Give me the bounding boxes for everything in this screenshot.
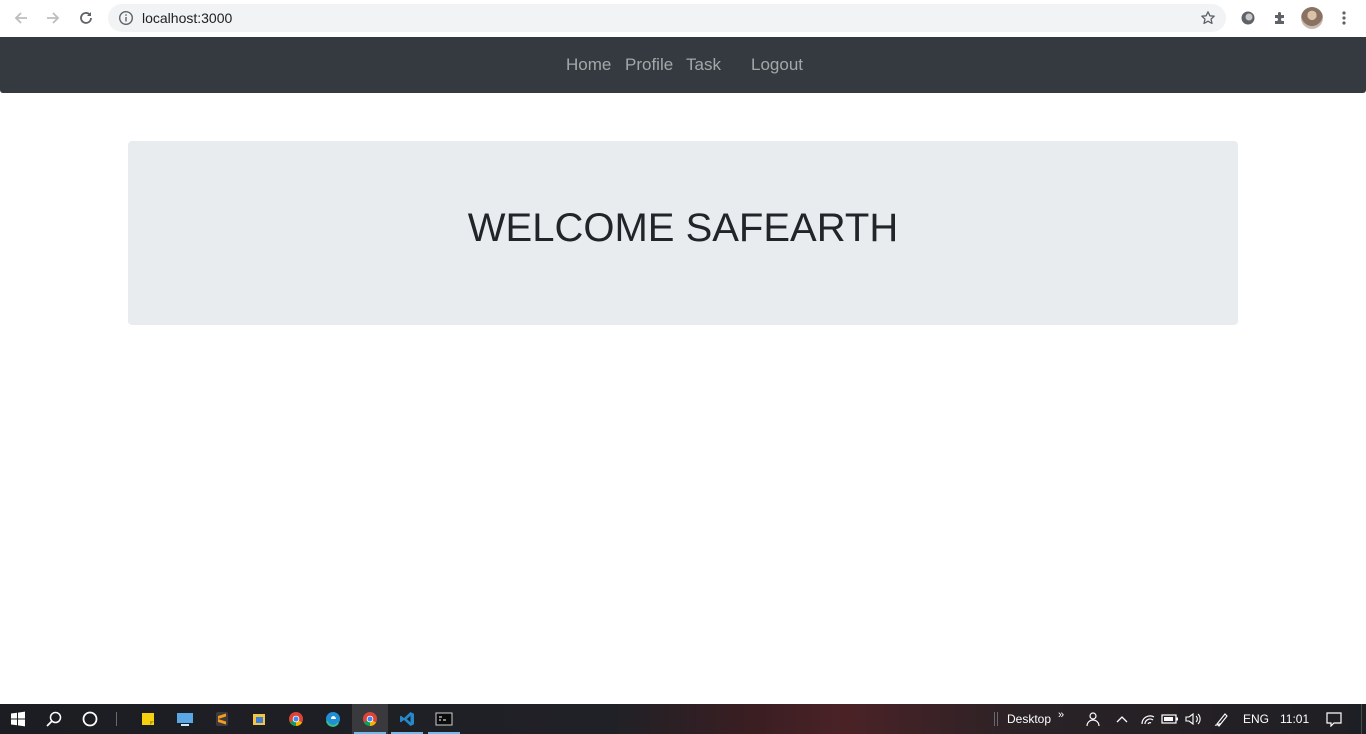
sticky-notes-icon[interactable]	[130, 704, 166, 734]
action-center-icon[interactable]	[1316, 704, 1352, 734]
show-desktop-strip[interactable]	[1361, 704, 1362, 734]
cortana-icon[interactable]	[72, 704, 108, 734]
clock-time[interactable]: 11:01	[1280, 712, 1309, 726]
language-indicator[interactable]: ENG	[1243, 712, 1269, 726]
vscode-icon[interactable]	[389, 704, 425, 734]
edge-icon[interactable]	[315, 704, 351, 734]
file-explorer-icon[interactable]	[241, 704, 277, 734]
address-bar[interactable]: localhost:3000	[108, 4, 1226, 32]
forward-arrow-icon[interactable]	[41, 6, 65, 30]
welcome-heading: WELCOME SAFEARTH	[467, 206, 899, 250]
taskbar-divider	[994, 712, 995, 726]
bookmark-star-icon[interactable]	[1200, 10, 1216, 26]
taskbar-divider	[116, 712, 117, 726]
menu-dots-icon[interactable]	[1334, 8, 1354, 28]
extension-circle-icon[interactable]	[1238, 8, 1258, 28]
welcome-jumbotron: WELCOME SAFEARTH	[128, 141, 1238, 325]
site-info-icon[interactable]	[118, 10, 134, 26]
browser-toolbar: localhost:3000	[0, 0, 1366, 36]
terminal-icon[interactable]	[426, 704, 462, 734]
puzzle-extensions-icon[interactable]	[1270, 8, 1290, 28]
top-navbar: Home Profile Task Logout	[0, 37, 1366, 93]
pen-workspace-icon[interactable]	[1204, 704, 1240, 734]
reload-icon[interactable]	[74, 6, 98, 30]
url-text: localhost:3000	[142, 10, 233, 26]
start-icon[interactable]	[0, 704, 36, 734]
nav-link-task[interactable]: Task	[686, 55, 721, 75]
taskbar-divider	[997, 712, 998, 726]
sublime-text-icon[interactable]	[204, 704, 240, 734]
windows-taskbar: Desktop » ENG 11:01	[0, 704, 1366, 734]
chrome-icon[interactable]	[278, 704, 314, 734]
remote-desktop-icon[interactable]	[167, 704, 203, 734]
search-icon[interactable]	[36, 704, 72, 734]
nav-link-profile[interactable]: Profile	[625, 55, 673, 75]
chrome-active-icon[interactable]	[352, 704, 388, 734]
chevron-double-right-icon[interactable]: »	[1058, 708, 1064, 722]
nav-link-home[interactable]: Home	[566, 55, 611, 75]
nav-link-logout[interactable]: Logout	[751, 55, 803, 75]
desktop-toolbar-label[interactable]: Desktop	[1007, 712, 1051, 726]
back-arrow-icon[interactable]	[9, 6, 33, 30]
profile-avatar[interactable]	[1301, 7, 1323, 29]
